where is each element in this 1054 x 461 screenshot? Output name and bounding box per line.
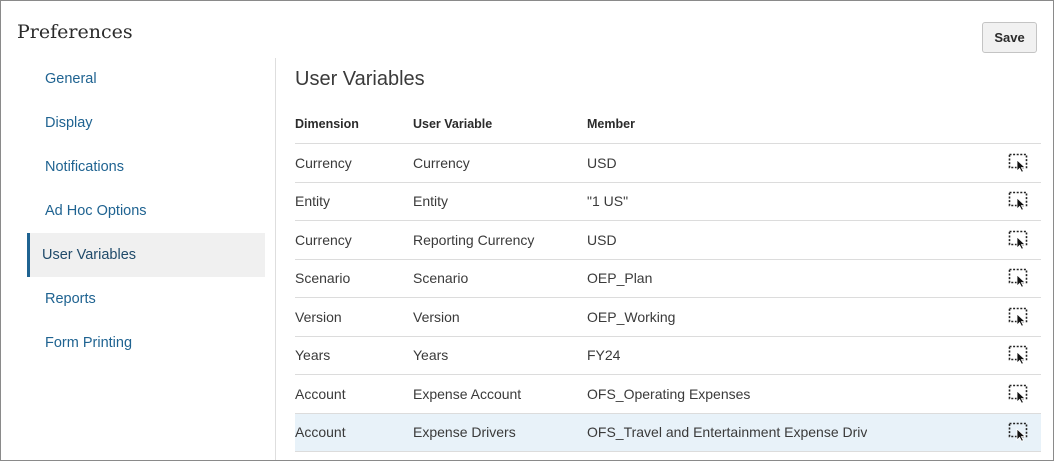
sidebar-item-reports[interactable]: Reports <box>27 277 265 321</box>
table-row[interactable]: Account Expense Drivers OFS_Travel and E… <box>295 413 1041 452</box>
member-selector-icon[interactable] <box>1008 268 1030 288</box>
table-header: Dimension User Variable Member <box>295 105 1041 144</box>
member-cell: FY24 <box>587 347 621 364</box>
column-header-user-variable: User Variable <box>413 117 493 131</box>
table-row[interactable]: Currency Reporting Currency USD <box>295 221 1041 260</box>
member-selector-icon[interactable] <box>1008 345 1030 365</box>
user-variable-cell: Years <box>413 347 449 364</box>
member-cell: USD <box>587 154 617 171</box>
dimension-cell: Version <box>295 308 342 325</box>
dimension-cell: Entity <box>295 193 331 210</box>
sidebar-item-user-variables[interactable]: User Variables <box>27 233 265 277</box>
table-row[interactable]: Entity Entity "1 US" <box>295 183 1041 221</box>
member-selector-icon[interactable] <box>1008 191 1030 211</box>
dimension-cell: Account <box>295 385 346 402</box>
user-variable-cell: Reporting Currency <box>413 231 535 248</box>
table-row[interactable]: Years Years FY24 <box>295 337 1041 375</box>
sidebar-item-general[interactable]: General <box>27 57 265 101</box>
section-title: User Variables <box>295 68 425 90</box>
user-variables-table: Dimension User Variable Member Currency … <box>295 105 1041 452</box>
sidebar-divider <box>275 58 276 460</box>
user-variable-cell: Expense Drivers <box>413 424 516 441</box>
dimension-cell: Currency <box>295 231 352 248</box>
member-selector-icon[interactable] <box>1008 422 1030 442</box>
table-body: Currency Currency USD Entity Entity "1 U… <box>295 144 1041 452</box>
sidebar-item-display[interactable]: Display <box>27 101 265 145</box>
member-cell: "1 US" <box>587 193 629 210</box>
table-row[interactable]: Currency Currency USD <box>295 144 1041 183</box>
table-row[interactable]: Account Expense Account OFS_Operating Ex… <box>295 375 1041 414</box>
save-button[interactable]: Save <box>982 22 1037 53</box>
column-header-member: Member <box>587 117 635 131</box>
dimension-cell: Scenario <box>295 270 351 287</box>
member-selector-icon[interactable] <box>1008 230 1030 250</box>
member-selector-icon[interactable] <box>1008 307 1030 327</box>
sidebar-item-form-printing[interactable]: Form Printing <box>27 321 265 365</box>
member-selector-icon[interactable] <box>1008 153 1030 173</box>
preferences-window: Preferences Save General Display Notific… <box>0 0 1054 461</box>
sidebar-item-notifications[interactable]: Notifications <box>27 145 265 189</box>
member-selector-icon[interactable] <box>1008 384 1030 404</box>
user-variable-cell: Scenario <box>413 270 469 287</box>
dimension-cell: Years <box>295 347 331 364</box>
user-variable-cell: Version <box>413 308 460 325</box>
member-cell: OEP_Working <box>587 308 676 325</box>
dimension-cell: Currency <box>295 154 352 171</box>
table-row[interactable]: Scenario Scenario OEP_Plan <box>295 260 1041 298</box>
member-cell: OFS_Operating Expenses <box>587 385 751 402</box>
page-title: Preferences <box>17 21 133 43</box>
column-header-dimension: Dimension <box>295 117 359 131</box>
dimension-cell: Account <box>295 424 346 441</box>
member-cell: USD <box>587 231 617 248</box>
user-variable-cell: Currency <box>413 154 470 171</box>
member-cell: OEP_Plan <box>587 270 653 287</box>
preferences-sidebar: General Display Notifications Ad Hoc Opt… <box>27 57 265 365</box>
member-cell: OFS_Travel and Entertainment Expense Dri… <box>587 424 867 441</box>
table-row[interactable]: Version Version OEP_Working <box>295 298 1041 337</box>
user-variable-cell: Entity <box>413 193 449 210</box>
sidebar-item-ad-hoc-options[interactable]: Ad Hoc Options <box>27 189 265 233</box>
user-variable-cell: Expense Account <box>413 385 522 402</box>
